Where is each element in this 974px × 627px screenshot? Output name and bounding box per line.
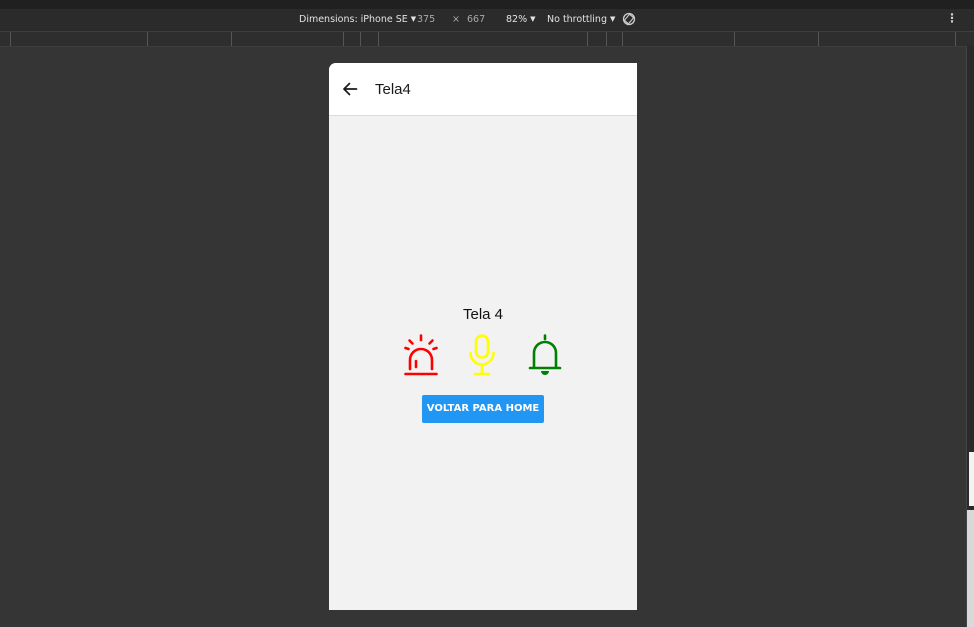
bell-icon <box>527 333 563 382</box>
zoom-dropdown[interactable]: 82% ▼ <box>506 14 536 25</box>
devtools-panel-edge <box>966 46 974 627</box>
siren-icon <box>403 333 439 382</box>
caret-down-icon: ▼ <box>410 15 417 23</box>
more-options-icon[interactable]: ⋮ <box>946 11 958 25</box>
rotate-icon[interactable] <box>622 12 636 29</box>
icon-row <box>329 333 637 379</box>
dimension-separator: × <box>452 14 460 25</box>
caret-down-icon: ▼ <box>609 15 616 23</box>
width-input[interactable]: 375 <box>417 14 435 25</box>
height-input[interactable]: 667 <box>467 14 485 25</box>
caret-down-icon: ▼ <box>530 15 536 23</box>
arrow-left-icon[interactable] <box>342 81 358 97</box>
header-title: Tela4 <box>375 81 411 98</box>
app-header: Tela4 <box>329 63 637 116</box>
back-to-home-button[interactable]: VOLTAR PARA HOME <box>422 395 544 423</box>
window-top-strip <box>0 0 974 9</box>
dimensions-dropdown[interactable]: Dimensions: iPhone SE ▼ <box>299 14 416 25</box>
screen-heading: Tela 4 <box>462 306 504 323</box>
media-query-ruler <box>0 31 974 47</box>
microphone-icon <box>466 333 498 382</box>
throttling-dropdown[interactable]: No throttling ▼ <box>547 14 615 25</box>
device-toolbar: Dimensions: iPhone SE ▼ 375 × 667 82% ▼ No… <box>0 9 974 31</box>
device-viewport: Tela4 Tela 4 VOLTAR PARA HOME <box>329 63 637 610</box>
